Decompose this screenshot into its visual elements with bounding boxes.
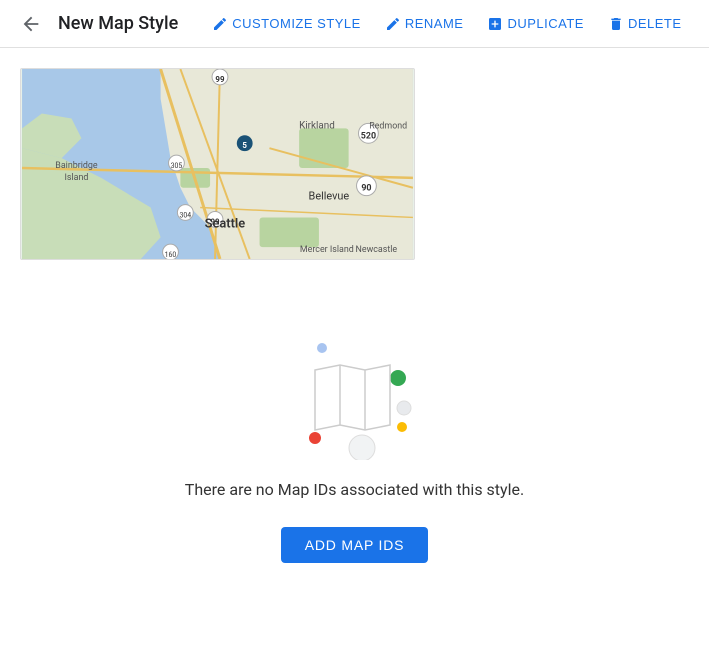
map-illustration [285,320,425,460]
add-map-ids-button[interactable]: ADD MAP IDS [281,527,429,563]
rename-button[interactable]: RENAME [375,10,474,38]
map-preview: 99 5 99 520 90 Bainbridge Island Seattle… [21,69,414,259]
svg-text:520: 520 [361,131,376,141]
delete-button[interactable]: DELETE [598,10,692,38]
svg-text:Mercer Island: Mercer Island [300,245,354,255]
svg-text:Bellevue: Bellevue [309,190,350,203]
svg-text:Redmond: Redmond [369,121,407,131]
empty-state: There are no Map IDs associated with thi… [20,300,689,593]
svg-text:Seattle: Seattle [205,216,246,231]
svg-text:90: 90 [361,184,371,194]
rename-icon [385,16,401,32]
delete-icon [608,16,624,32]
customize-icon [212,16,228,32]
svg-text:Bainbridge: Bainbridge [55,161,98,171]
svg-text:305: 305 [171,162,183,170]
svg-text:Kirkland: Kirkland [299,120,335,131]
back-arrow-icon [20,13,42,35]
page-title: New Map Style [58,13,178,34]
map-thumbnail: 99 5 99 520 90 Bainbridge Island Seattle… [20,68,415,260]
duplicate-label: DUPLICATE [507,16,584,31]
svg-text:99: 99 [215,75,225,84]
rename-label: RENAME [405,16,464,31]
delete-label: DELETE [628,16,682,31]
header-actions: CUSTOMIZE STYLE RENAME DUPLICATE DELETE [202,10,691,38]
customize-style-label: CUSTOMIZE STYLE [232,16,361,31]
svg-text:160: 160 [165,251,177,259]
svg-text:5: 5 [242,141,247,150]
illustration-svg [285,320,425,460]
svg-text:Newcastle: Newcastle [356,245,398,255]
duplicate-icon [487,16,503,32]
header: New Map Style CUSTOMIZE STYLE RENAME DUP… [0,0,709,48]
back-button[interactable] [16,9,46,39]
duplicate-button[interactable]: DUPLICATE [477,10,594,38]
empty-message: There are no Map IDs associated with thi… [185,480,524,499]
customize-style-button[interactable]: CUSTOMIZE STYLE [202,10,371,38]
svg-text:Island: Island [65,173,89,183]
svg-text:304: 304 [180,211,192,219]
main-content: 99 5 99 520 90 Bainbridge Island Seattle… [0,48,709,613]
